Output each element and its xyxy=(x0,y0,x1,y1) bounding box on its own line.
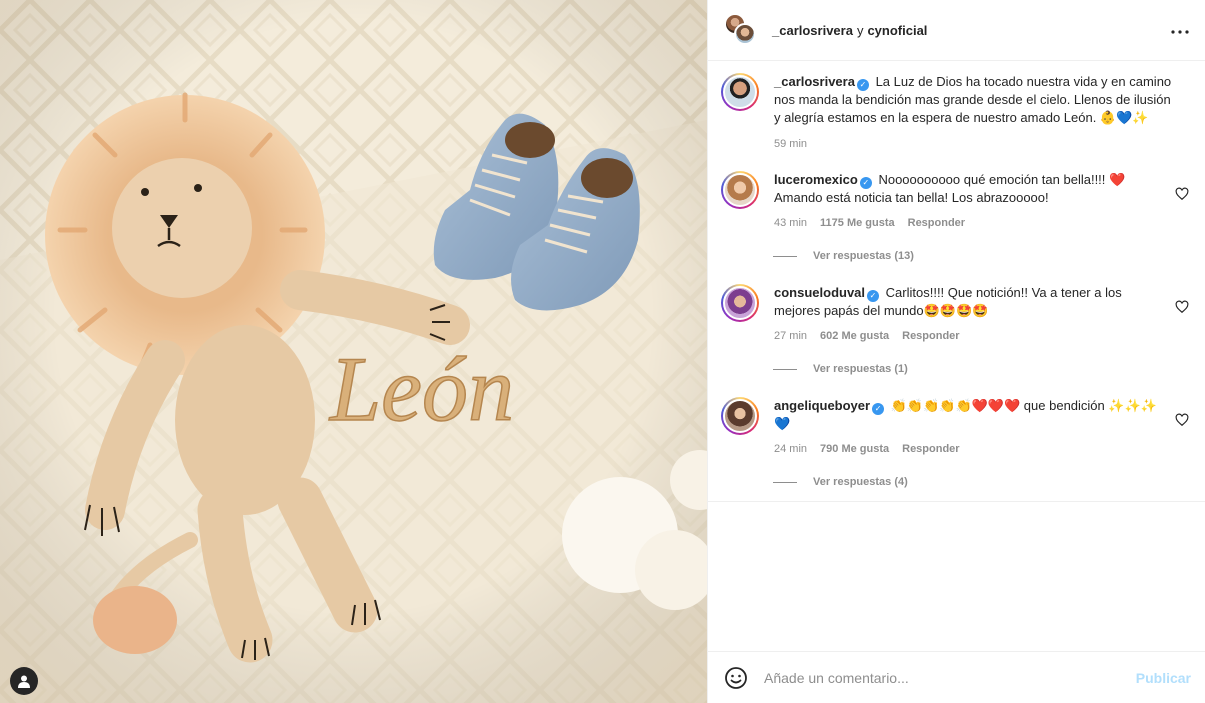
heart-outline-icon[interactable] xyxy=(1175,300,1189,314)
divider xyxy=(773,255,797,257)
avatar[interactable] xyxy=(721,73,759,111)
verified-badge-icon: ✓ xyxy=(867,290,880,302)
reply-button[interactable]: Responder xyxy=(908,214,965,232)
comment-likes[interactable]: 790 Me gusta xyxy=(820,440,889,458)
user-tag-icon[interactable] xyxy=(10,667,38,695)
comment-likes[interactable]: 602 Me gusta xyxy=(820,327,889,345)
publish-button[interactable]: Publicar xyxy=(1136,670,1191,686)
comment-item: angeliqueboyer ✓ 👏👏👏👏👏❤️❤️❤️ que bendició… xyxy=(721,397,1189,458)
emoji-smile-icon[interactable] xyxy=(724,666,748,690)
view-replies-label: Ver respuestas (13) xyxy=(813,250,914,262)
view-replies-button[interactable]: Ver respuestas (1) xyxy=(773,363,1189,375)
header-joiner: y xyxy=(856,22,864,38)
divider xyxy=(708,501,1205,502)
avatar[interactable] xyxy=(721,284,759,322)
reply-button[interactable]: Responder xyxy=(902,327,959,345)
comment-input[interactable] xyxy=(764,669,1136,686)
header-title: _carlosrivera y cynoficial xyxy=(772,23,927,38)
verified-badge-icon: ✓ xyxy=(859,177,872,189)
comment-time[interactable]: 43 min xyxy=(774,214,807,232)
comment-username[interactable]: consueloduval xyxy=(774,285,865,300)
collab-avatars[interactable] xyxy=(724,13,756,47)
caption: _carlosrivera ✓ La Luz de Dios ha tocado … xyxy=(721,73,1189,153)
comments-list: _carlosrivera ✓ La Luz de Dios ha tocado … xyxy=(708,61,1205,651)
reply-button[interactable]: Responder xyxy=(902,440,959,458)
avatar xyxy=(734,23,756,45)
view-replies-label: Ver respuestas (1) xyxy=(813,363,908,375)
comment-username[interactable]: _carlosrivera xyxy=(774,74,855,89)
comment-item: luceromexico ✓ Noooooooooo qué emoción ta… xyxy=(721,171,1189,232)
header-username-2[interactable]: cynoficial xyxy=(867,23,927,38)
post-panel: _carlosrivera y cynoficial _carlosrivera ✓ … xyxy=(707,0,1205,703)
comment-username[interactable]: luceromexico xyxy=(774,172,858,187)
heart-outline-icon[interactable] xyxy=(1175,187,1189,201)
comment-username[interactable]: angeliqueboyer xyxy=(774,398,870,413)
header-username-1[interactable]: _carlosrivera xyxy=(772,23,853,38)
verified-badge-icon: ✓ xyxy=(856,79,869,91)
instagram-post: León _carlosrivera y cynoficial _carlosr… xyxy=(0,0,1205,703)
comment-likes[interactable]: 1175 Me gusta xyxy=(820,214,895,232)
avatar[interactable] xyxy=(721,171,759,209)
view-replies-label: Ver respuestas (4) xyxy=(813,476,908,488)
comment-time[interactable]: 59 min xyxy=(774,135,1179,153)
comment-time[interactable]: 24 min xyxy=(774,440,807,458)
post-photo-illustration: León xyxy=(0,0,707,703)
divider xyxy=(773,481,797,483)
comment-item: consueloduval ✓ Carlitos!!!! Que notición… xyxy=(721,284,1189,345)
post-image[interactable]: León xyxy=(0,0,707,703)
view-replies-button[interactable]: Ver respuestas (13) xyxy=(773,250,1189,262)
more-options-icon[interactable] xyxy=(1171,21,1189,39)
comment-time[interactable]: 27 min xyxy=(774,327,807,345)
avatar[interactable] xyxy=(721,397,759,435)
divider xyxy=(773,368,797,370)
heart-outline-icon[interactable] xyxy=(1175,413,1189,427)
view-replies-button[interactable]: Ver respuestas (4) xyxy=(773,476,1189,488)
comment-bar: Publicar xyxy=(708,651,1205,703)
post-header: _carlosrivera y cynoficial xyxy=(708,0,1205,61)
verified-badge-icon: ✓ xyxy=(872,403,885,415)
embroidered-name: León xyxy=(328,338,514,440)
